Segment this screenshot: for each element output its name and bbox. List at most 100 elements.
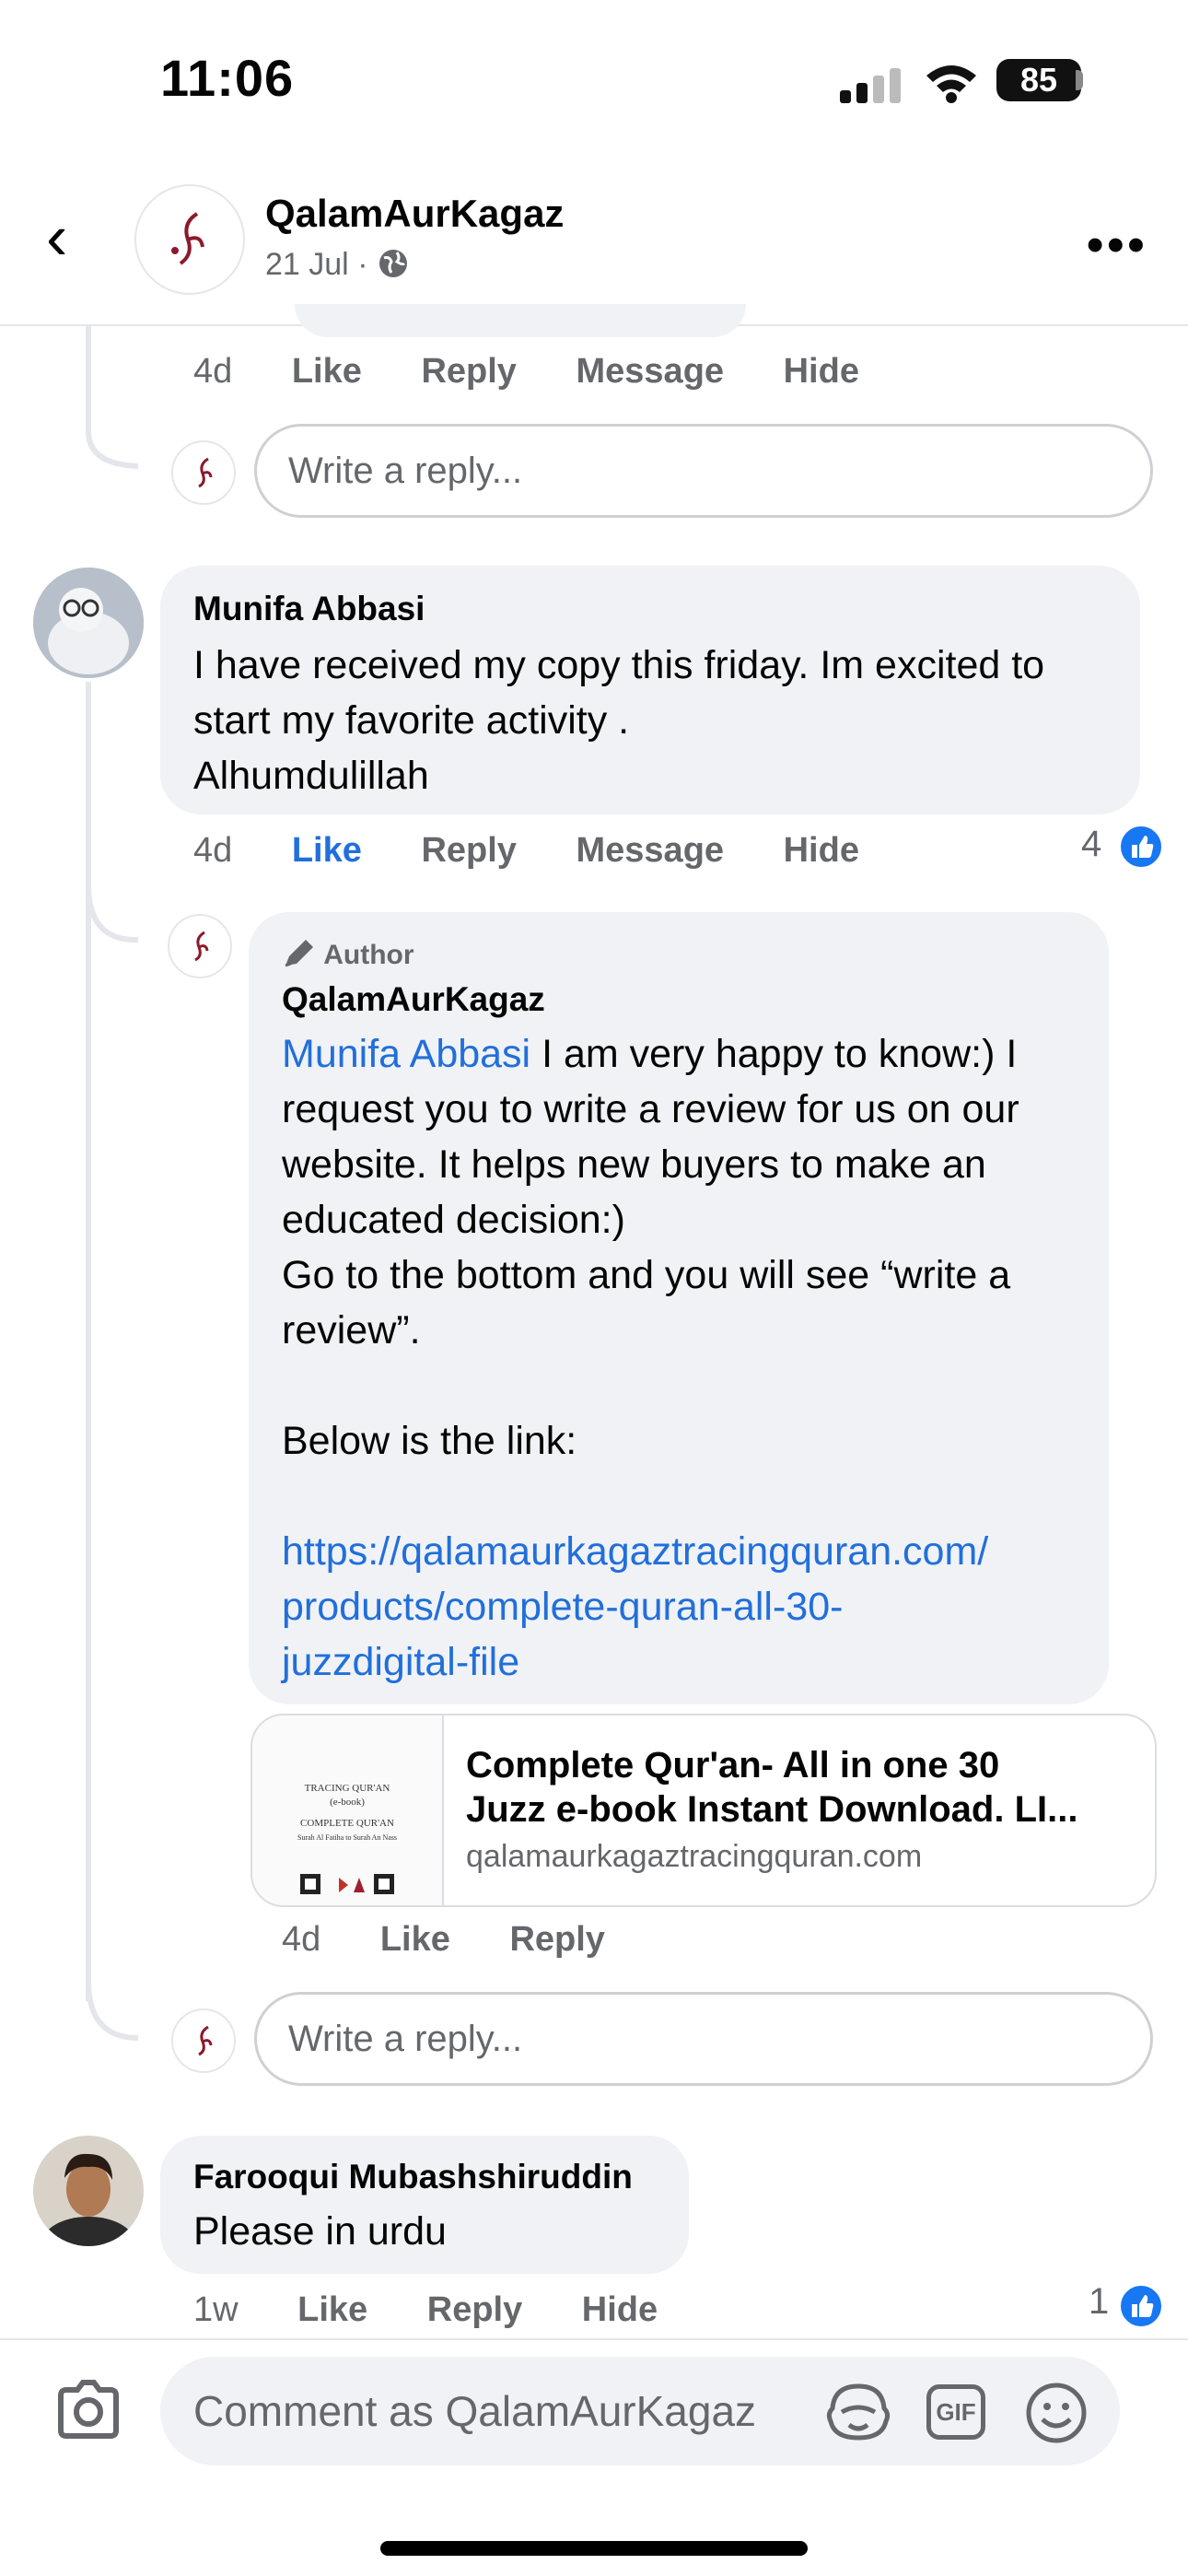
thumbnail-line: (e-book) [330,1797,365,1808]
comment-text: Please in urdu [193,2209,447,2254]
message-button[interactable]: Message [577,831,725,870]
reply-text-line: Munifa Abbasi I am very happy to know:) … [282,1026,1092,1082]
post-meta: 21 Jul · [265,247,410,283]
page-avatar[interactable] [134,184,245,295]
like-button[interactable]: Like [292,352,362,391]
composer-divider [0,2338,1188,2340]
like-button[interactable]: Like [380,1920,450,1959]
write-reply-input[interactable]: Write a reply... [254,424,1153,518]
qalam-logo-icon [198,2025,213,2056]
wifi-icon [926,65,976,103]
author-badge-label: Author [323,940,414,970]
reply-button[interactable]: Reply [427,2290,522,2329]
like-reaction-icon [1118,2283,1164,2329]
thumbnail-line: TRACING QUR'AN [304,1783,390,1794]
hide-button[interactable]: Hide [784,831,859,870]
link-preview-title-line: Complete Qur'an- All in one 30 [466,1745,1000,1786]
previous-comment-actions: 4d Like Reply Message Hide [193,352,909,392]
back-chevron-icon[interactable]: ‹ [46,205,67,269]
reply-text: Munifa Abbasi I am very happy to know:) … [282,1026,1092,1690]
hide-button[interactable]: Hide [784,352,859,391]
previous-comment-bubble-edge [295,304,746,337]
link-preview-title-line: Juzz e-book Instant Download. LI... [466,1789,1078,1830]
like-button-active[interactable]: Like [292,831,362,870]
reply-button[interactable]: Reply [421,831,516,870]
author-reply-bubble: Author QalamAurKagaz Munifa Abbasi I am … [249,912,1109,1704]
reply-text-line: request you to write a review for us on … [282,1087,1019,1131]
reply-text-fragment: I am very happy to know:) I [530,1032,1018,1076]
thread-connector [86,326,139,469]
link-preview-thumbnail: TRACING QUR'AN (e-book) COMPLETE QUR'AN … [252,1715,444,1905]
gif-button[interactable]: GIF [926,2384,985,2440]
commenter-avatar[interactable] [33,2136,144,2246]
like-reaction-icon [1118,824,1164,870]
pencil-icon [285,940,313,967]
thumbnail-text: TRACING QUR'AN (e-book) COMPLETE QUR'AN … [252,1782,442,1844]
thumbnail-line: COMPLETE QUR'AN [300,1818,394,1829]
comment-timestamp: 1w [193,2290,239,2329]
link-preview-card[interactable]: TRACING QUR'AN (e-book) COMPLETE QUR'AN … [250,1714,1157,1907]
thumbnail-line: Surah Al Fatiha to Surah An Nass [297,1833,397,1842]
globe-icon [379,250,407,277]
reply-text-line: Below is the link: [282,1419,577,1463]
comment-actions: 4d Like Reply Message Hide [193,831,909,871]
write-reply-input[interactable]: Write a reply... [254,1992,1153,2086]
reply-timestamp: 4d [282,1920,321,1959]
comment-author[interactable]: Farooqui Mubashshiruddin [193,2158,633,2196]
status-time: 11:06 [160,49,295,107]
comment-bubble: Farooqui Mubashshiruddin Please in urdu [160,2136,689,2274]
hide-button[interactable]: Hide [582,2290,658,2329]
avatar-sticker-icon[interactable] [825,2381,891,2443]
author-badge: Author [282,938,414,971]
qr-codes-icon [300,1874,394,1894]
comment-timestamp: 4d [193,352,233,391]
link-preview-title[interactable]: Complete Qur'an- All in one 30 Juzz e-bo… [466,1743,1138,1832]
url-line[interactable]: juzzdigital-file [282,1634,1092,1690]
message-button[interactable]: Message [577,352,725,391]
reply-composer-avatar [171,440,236,505]
comment-actions: 1w Like Reply Hide [193,2290,707,2330]
link-preview-domain: qalamaurkagaztracingquran.com [466,1839,923,1874]
mention-link[interactable]: Munifa Abbasi [282,1032,530,1076]
comment-bubble: Munifa Abbasi I have received my copy th… [160,566,1140,814]
url-link[interactable]: https://qalamaurkagaztracingquran.com/ p… [282,1524,1092,1690]
thread-connector [86,884,139,943]
battery-indicator: 85 [996,59,1081,101]
avatar-image [33,568,144,678]
post-date: 21 Jul [265,247,349,282]
camera-icon[interactable] [55,2379,122,2440]
author-avatar[interactable] [168,914,232,978]
comment-text-line: Alhumdulillah [193,754,429,798]
battery-tip [1076,70,1083,90]
url-line[interactable]: https://qalamaurkagaztracingquran.com/ [282,1524,1092,1579]
avatar-image [33,2136,144,2246]
comment-author[interactable]: Munifa Abbasi [193,590,425,628]
reaction-count[interactable]: 1 [1089,2281,1109,2323]
qalam-logo-icon [198,457,213,488]
qalam-logo-icon [194,931,209,962]
page-name[interactable]: QalamAurKagaz [265,192,564,236]
reply-text-line: educated decision:) [282,1198,625,1242]
qalam-logo-icon [171,212,204,265]
reaction-count[interactable]: 4 [1081,824,1101,865]
reply-text-line: review”. [282,1308,421,1352]
home-indicator [380,2541,808,2556]
meta-separator: · [357,247,368,282]
thread-line [86,921,91,2001]
like-button[interactable]: Like [297,2290,367,2329]
thread-connector [86,1981,139,2041]
reply-button[interactable]: Reply [509,1920,604,1959]
commenter-avatar[interactable] [33,568,144,678]
reply-button[interactable]: Reply [421,352,516,391]
cellular-signal-icon [840,68,901,103]
url-line[interactable]: products/complete-quran-all-30- [282,1579,1092,1634]
emoji-icon[interactable] [1024,2381,1089,2445]
more-options-icon[interactable]: ••• [1087,217,1148,273]
reply-text-line: website. It helps new buyers to make an [282,1142,986,1187]
comment-text-line: start my favorite activity . [193,698,630,743]
reply-author[interactable]: QalamAurKagaz [282,980,545,1019]
reply-text-line: Go to the bottom and you will see “write… [282,1253,1011,1297]
reply-actions: 4d Like Reply [282,1920,655,1960]
comment-text-line: I have received my copy this friday. Im … [193,643,1045,687]
